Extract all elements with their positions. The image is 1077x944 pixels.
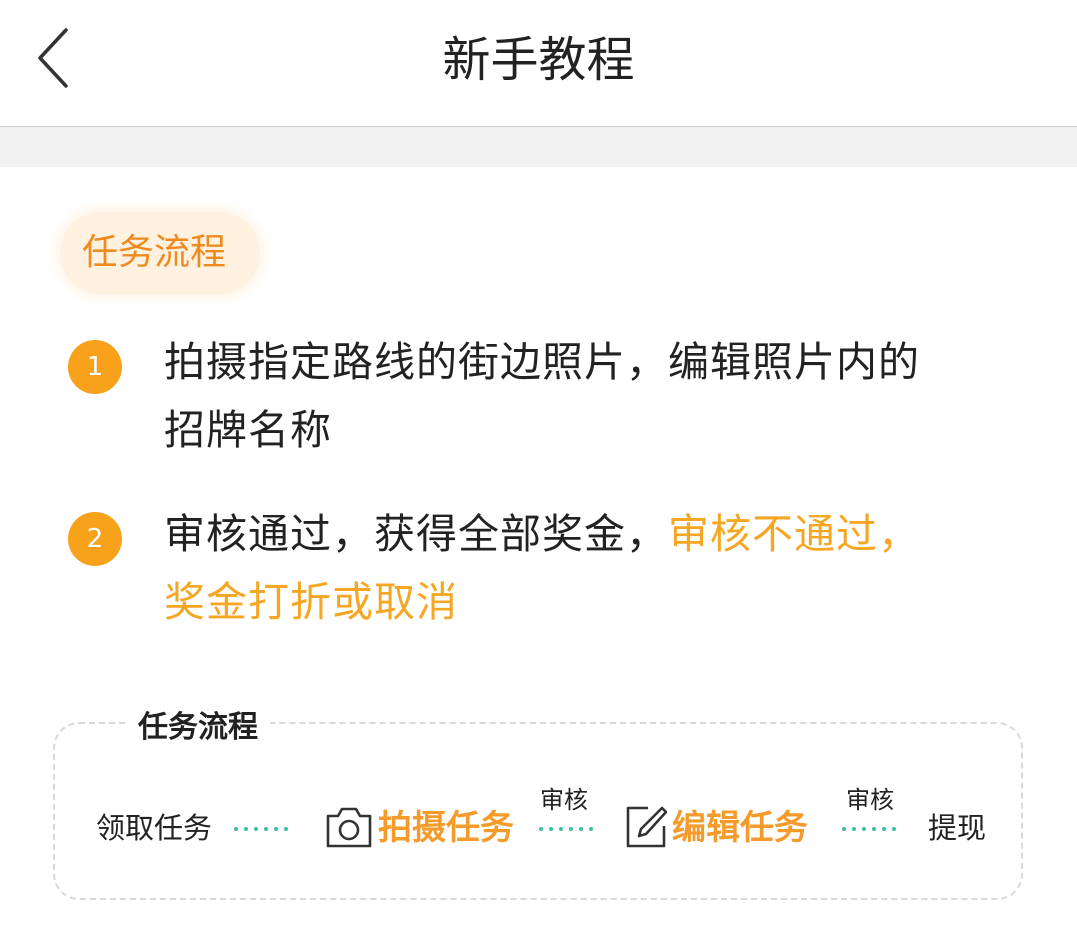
step-line: 招牌名称	[164, 406, 332, 454]
flow-step-shoot: 拍摄任务	[378, 808, 514, 848]
page-title: 新手教程	[442, 32, 635, 88]
flow-connector	[539, 827, 599, 833]
section-tag-label: 任务流程	[82, 232, 227, 273]
step-text-highlight: 奖金打折或取消	[164, 578, 458, 626]
step-description: 审核通过，获得全部奖金，审核不通过， 奖金打折或取消	[164, 500, 964, 636]
camera-icon	[324, 804, 374, 854]
step-number-badge: 2	[68, 512, 122, 566]
step-line: 拍摄指定路线的街边照片，编辑照片内的	[164, 338, 920, 386]
flow-connector	[234, 827, 294, 833]
step-text-plain: 审核通过，获得全部奖金，	[164, 510, 668, 558]
step-description: 拍摄指定路线的街边照片，编辑照片内的 招牌名称	[164, 328, 964, 464]
flow-step-withdraw: 提现	[928, 811, 987, 845]
flow-review-label: 审核	[540, 786, 588, 814]
step-line: 审核通过，获得全部奖金，审核不通过，	[164, 500, 964, 568]
flow-connector	[842, 827, 902, 833]
edit-pencil-icon	[622, 802, 670, 854]
nav-header: 新手教程	[0, 0, 1077, 127]
flow-step-edit: 编辑任务	[672, 808, 808, 848]
flow-step-receive: 领取任务	[96, 811, 213, 845]
section-divider	[0, 127, 1077, 167]
step-text-highlight: 审核不通过，	[668, 510, 920, 558]
section-tag: 任务流程	[60, 212, 260, 294]
flow-review-label: 审核	[846, 786, 894, 814]
flow-title: 任务流程	[126, 706, 270, 750]
step-number-badge: 1	[68, 340, 122, 394]
